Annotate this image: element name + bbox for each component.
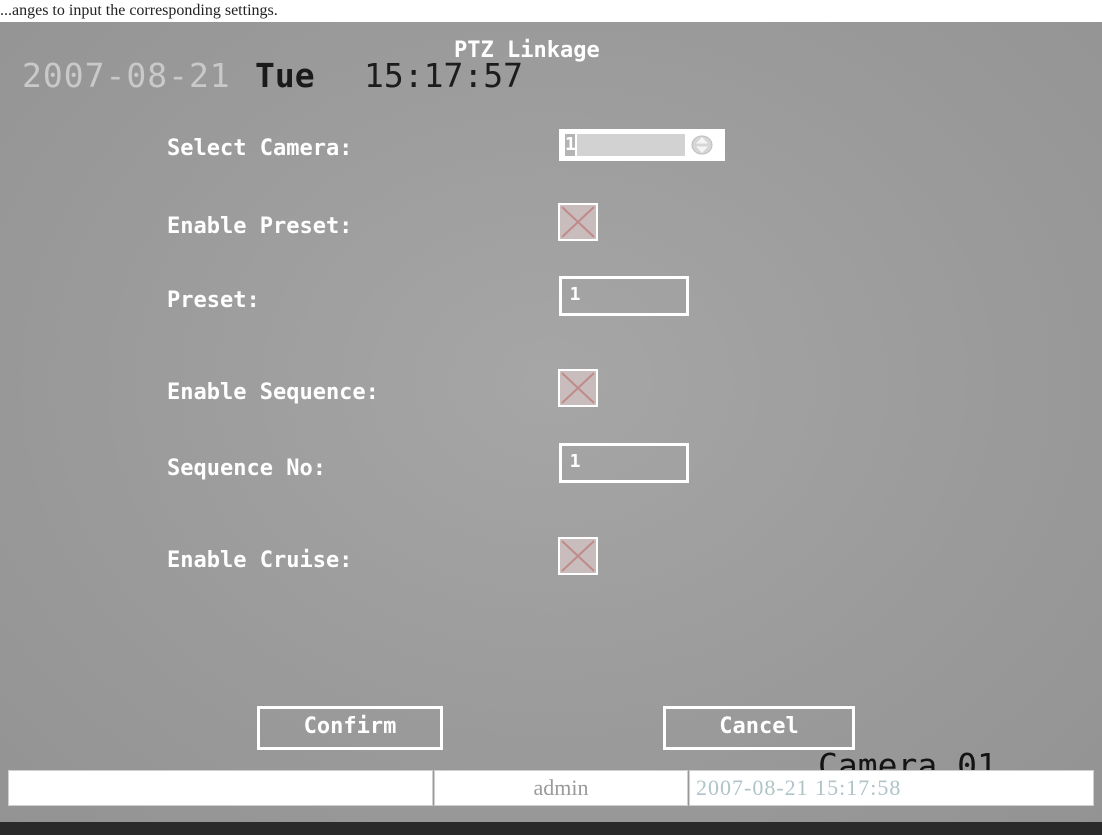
dvr-screen: 2007-08-21 Tue 15:17:57 PTZ Linkage Sele… [0, 22, 1102, 822]
preset-input[interactable]: 1 [559, 276, 689, 316]
osd-date: 2007-08-21 [22, 56, 231, 95]
sequence-no-label: Sequence No: [167, 456, 326, 481]
x-checkmark-icon [561, 206, 595, 238]
enable-preset-label: Enable Preset: [167, 214, 353, 239]
confirm-button[interactable]: Confirm [257, 706, 443, 750]
enable-sequence-label: Enable Sequence: [167, 380, 379, 405]
status-datetime: 2007-08-21 15:17:58 [689, 770, 1094, 806]
enable-cruise-checkbox[interactable] [558, 537, 598, 575]
bottom-strip [0, 822, 1102, 835]
up-down-spinner-icon[interactable] [691, 135, 713, 155]
sequence-no-value: 1 [569, 451, 581, 472]
enable-preset-checkbox[interactable] [558, 203, 598, 241]
menu-title: PTZ Linkage [454, 38, 600, 63]
select-camera-value: 1 [565, 134, 576, 156]
cancel-button[interactable]: Cancel [663, 706, 855, 750]
select-camera-field [577, 134, 685, 156]
select-camera-spinner[interactable]: 1 [559, 129, 725, 161]
sequence-no-input[interactable]: 1 [559, 443, 689, 483]
document-caption: ...anges to input the corresponding sett… [0, 0, 1102, 22]
status-bar: admin 2007-08-21 15:17:58 [0, 770, 1102, 812]
preset-value: 1 [569, 284, 581, 305]
x-checkmark-icon [561, 372, 595, 404]
preset-label: Preset: [167, 288, 260, 313]
enable-sequence-checkbox[interactable] [558, 369, 598, 407]
status-user: admin [434, 770, 688, 806]
x-checkmark-icon [561, 540, 595, 572]
enable-cruise-label: Enable Cruise: [167, 548, 353, 573]
select-camera-label: Select Camera: [167, 136, 353, 161]
status-cell-blank [8, 770, 433, 806]
osd-weekday: Tue [255, 56, 315, 95]
